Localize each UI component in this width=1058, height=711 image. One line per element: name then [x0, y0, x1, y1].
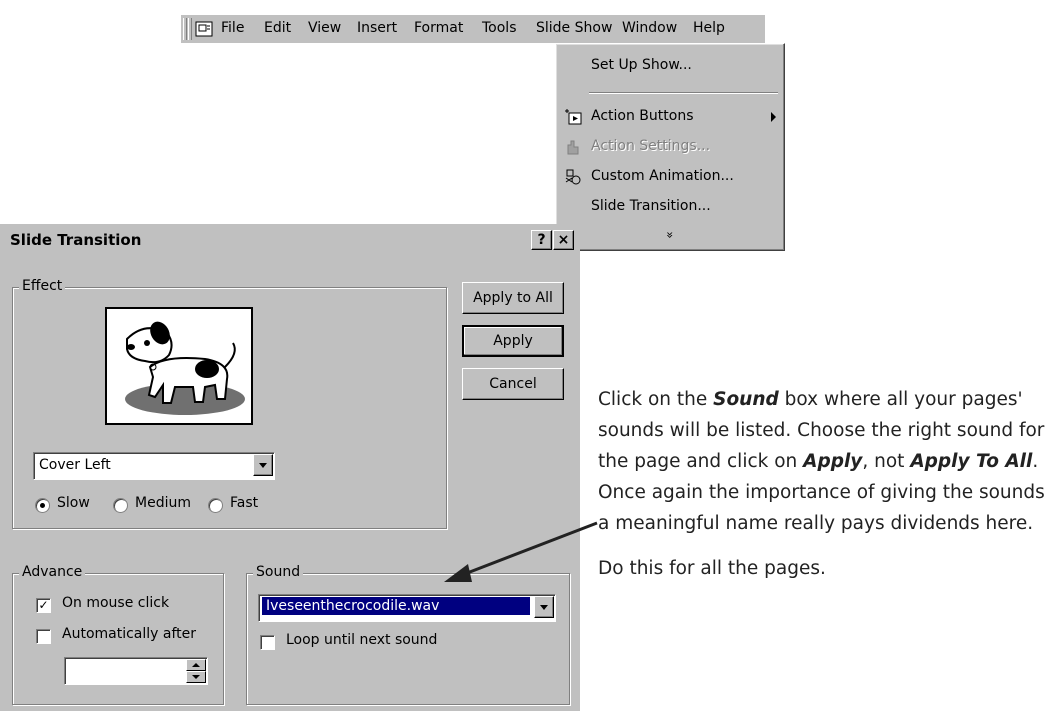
menu-item-action-settings: Action Settings...: [591, 138, 711, 154]
annotation-arrow: [444, 521, 598, 582]
menu-window[interactable]: Window: [622, 20, 677, 36]
menu-item-action-buttons[interactable]: Action Buttons: [591, 108, 693, 124]
apply-button[interactable]: Apply: [462, 325, 564, 357]
instruction-paragraph: Click on the Sound box where all your pa…: [598, 384, 1048, 539]
slide-show-dropdown-menu: Set Up Show... Action Buttons Action Set…: [555, 43, 785, 251]
apply-emphasis: Apply: [803, 451, 863, 472]
presentation-document-icon[interactable]: [195, 20, 213, 38]
effect-legend: Effect: [19, 278, 66, 294]
help-button[interactable]: ?: [531, 230, 552, 250]
speed-slow-label[interactable]: Slow: [57, 495, 90, 511]
instruction-paragraph-2: Do this for all the pages.: [598, 558, 826, 579]
effect-select-value: Cover Left: [39, 457, 111, 473]
sound-legend: Sound: [253, 564, 304, 580]
menu-insert[interactable]: Insert: [357, 20, 397, 36]
menu-file[interactable]: File: [221, 20, 244, 36]
instruction-text-part: Click on the: [598, 389, 714, 410]
expand-menu-chevron-icon[interactable]: »: [663, 228, 677, 242]
effect-preview-dog-image: [105, 307, 253, 425]
chevron-down-icon[interactable]: [534, 596, 554, 618]
sound-select[interactable]: Iveseenthecrocodile.wav: [258, 594, 556, 622]
apply-to-all-button[interactable]: Apply to All: [462, 282, 564, 314]
toolbar-grip-2: [188, 18, 192, 40]
menu-help[interactable]: Help: [693, 20, 725, 36]
dialog-title: Slide Transition: [10, 231, 142, 249]
toolbar-grip[interactable]: [183, 18, 187, 40]
menu-item-custom-animation[interactable]: Custom Animation...: [591, 168, 734, 184]
apply-to-all-emphasis: Apply To All: [910, 451, 1033, 472]
action-buttons-icon: [565, 109, 582, 125]
menu-view[interactable]: View: [308, 20, 341, 36]
menu-separator: [589, 92, 778, 94]
speed-slow-radio[interactable]: [35, 498, 50, 513]
spin-down-icon[interactable]: [186, 671, 206, 683]
close-button[interactable]: ×: [553, 230, 574, 250]
menu-format[interactable]: Format: [414, 20, 463, 36]
instruction-text-part: , not: [862, 451, 911, 472]
speed-fast-label[interactable]: Fast: [230, 495, 258, 511]
menu-bar: File Edit View Insert Format Tools Slide…: [181, 15, 765, 43]
sound-select-value: Iveseenthecrocodile.wav: [262, 597, 530, 615]
submenu-arrow-icon: [771, 112, 776, 122]
loop-until-next-sound-checkbox[interactable]: [260, 635, 275, 650]
menu-slide-show[interactable]: Slide Show: [536, 20, 612, 36]
menu-edit[interactable]: Edit: [264, 20, 291, 36]
speed-medium-radio[interactable]: [113, 498, 128, 513]
automatically-after-checkbox[interactable]: [36, 629, 51, 644]
speed-medium-label[interactable]: Medium: [135, 495, 191, 511]
chevron-down-icon[interactable]: [253, 454, 273, 476]
speed-fast-radio[interactable]: [208, 498, 223, 513]
automatically-after-input[interactable]: [64, 657, 208, 685]
menu-tools[interactable]: Tools: [482, 20, 517, 36]
automatically-after-label[interactable]: Automatically after: [62, 626, 196, 642]
advance-legend: Advance: [19, 564, 86, 580]
loop-until-next-sound-label[interactable]: Loop until next sound: [286, 632, 437, 648]
instruction-text: Click on the Sound box where all your pa…: [598, 384, 1048, 584]
cancel-button[interactable]: Cancel: [462, 368, 564, 400]
menu-item-set-up-show[interactable]: Set Up Show...: [591, 57, 692, 73]
menu-item-slide-transition[interactable]: Slide Transition...: [591, 198, 711, 214]
sound-emphasis: Sound: [713, 389, 779, 410]
dialog-title-bar[interactable]: Slide Transition ? ×: [0, 224, 580, 254]
effect-select[interactable]: Cover Left: [33, 452, 275, 480]
slide-transition-dialog: Slide Transition ? × Effect Cover Left S…: [0, 224, 580, 711]
on-mouse-click-label[interactable]: On mouse click: [62, 595, 169, 611]
spin-up-icon[interactable]: [186, 659, 206, 671]
on-mouse-click-checkbox[interactable]: ✓: [36, 598, 51, 613]
custom-animation-icon: [565, 169, 581, 185]
action-settings-icon: [567, 140, 579, 155]
